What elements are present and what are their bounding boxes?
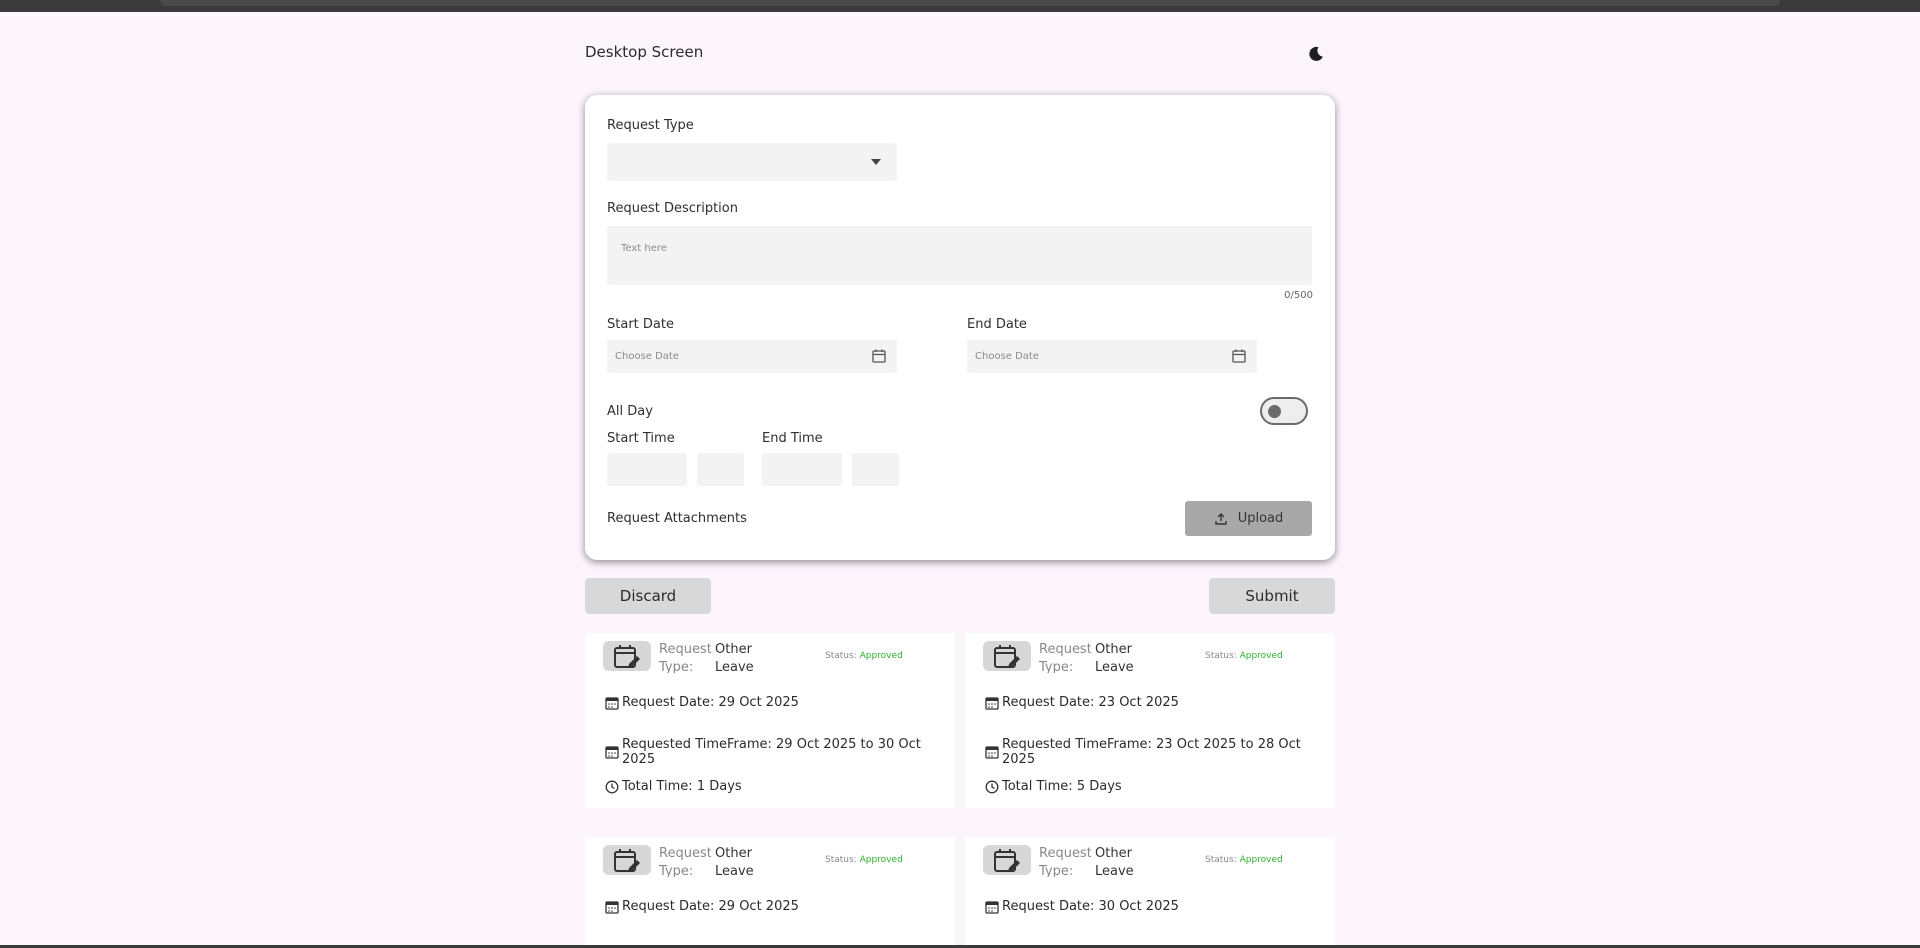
- request-icon-box: [603, 641, 651, 671]
- clock-icon: [985, 780, 999, 793]
- end-date-input[interactable]: Choose Date: [967, 340, 1257, 373]
- request-type-label: Request Type:: [659, 846, 711, 877]
- total-time-row: Total Time: 5 Days: [985, 779, 1122, 794]
- timeframe-row: Requested TimeFrame: 29 Oct 2025 to 30 O…: [605, 737, 955, 767]
- end-time-period-select[interactable]: [852, 453, 899, 486]
- request-icon-box: [983, 845, 1031, 875]
- submit-button[interactable]: Submit: [1209, 578, 1335, 614]
- status-badge: Status: Approved: [825, 651, 903, 661]
- clock-icon: [605, 780, 619, 793]
- request-date-row: Request Date: 29 Oct 2025: [605, 899, 799, 914]
- calendar-edit-icon: [614, 645, 640, 668]
- request-date-row: Request Date: 30 Oct 2025: [985, 899, 1179, 914]
- end-date-placeholder: Choose Date: [975, 351, 1039, 362]
- request-date-row: Request Date: 23 Oct 2025: [985, 695, 1179, 710]
- request-description-label: Request Description: [607, 201, 738, 216]
- calendar-edit-icon: [614, 849, 640, 872]
- request-type-label: Request Type:: [1039, 846, 1091, 877]
- calendar-icon: [872, 349, 886, 363]
- request-description-input[interactable]: Text here: [607, 226, 1312, 285]
- end-time-hour-input[interactable]: [762, 453, 842, 486]
- start-date-placeholder: Choose Date: [615, 351, 679, 362]
- calendar-edit-icon: [994, 645, 1020, 668]
- start-date-label: Start Date: [607, 317, 674, 332]
- request-type-label: Request Type:: [659, 642, 711, 673]
- calendar-icon: [1232, 349, 1246, 363]
- all-day-label: All Day: [607, 404, 653, 419]
- browser-top-bar: [0, 0, 1920, 12]
- request-form-card: Request Type Request Description Text he…: [585, 95, 1335, 560]
- discard-button[interactable]: Discard: [585, 578, 711, 614]
- char-counter: 0/500: [1284, 290, 1313, 301]
- request-type-value: Other Leave: [1095, 642, 1134, 673]
- calendar-edit-icon: [994, 849, 1020, 872]
- request-date-row: Request Date: 29 Oct 2025: [605, 695, 799, 710]
- caret-down-icon: [871, 159, 881, 165]
- calendar-icon: [985, 746, 999, 759]
- request-icon-box: [603, 845, 651, 875]
- status-badge: Status: Approved: [1205, 651, 1283, 661]
- total-time-row: Total Time: 1 Days: [605, 779, 742, 794]
- dark-mode-toggle[interactable]: [1306, 44, 1326, 64]
- calendar-icon: [605, 900, 619, 914]
- end-time-label: End Time: [762, 431, 823, 446]
- request-card[interactable]: Request Type: Other Leave Status: Approv…: [965, 837, 1335, 948]
- moon-icon: [1309, 46, 1323, 61]
- request-description-placeholder: Text here: [621, 243, 667, 254]
- request-card[interactable]: Request Type: Other Leave Status: Approv…: [965, 633, 1335, 808]
- request-card[interactable]: Request Type: Other Leave Status: Approv…: [585, 633, 955, 808]
- request-type-value: Other Leave: [715, 642, 754, 673]
- status-badge: Status: Approved: [825, 855, 903, 865]
- start-date-input[interactable]: Choose Date: [607, 340, 897, 373]
- request-type-label: Request Type: [607, 118, 694, 133]
- request-attachments-label: Request Attachments: [607, 511, 747, 526]
- upload-label: Upload: [1237, 511, 1284, 526]
- calendar-icon: [985, 900, 999, 914]
- end-date-label: End Date: [967, 317, 1027, 332]
- all-day-switch[interactable]: [1260, 397, 1308, 425]
- request-type-label: Request Type:: [1039, 642, 1091, 673]
- request-type-value: Other Leave: [715, 846, 754, 877]
- calendar-icon: [605, 746, 619, 759]
- request-icon-box: [983, 641, 1031, 671]
- start-time-hour-input[interactable]: [607, 453, 687, 486]
- request-card[interactable]: Request Type: Other Leave Status: Approv…: [585, 837, 955, 948]
- calendar-icon: [605, 696, 619, 710]
- start-time-period-select[interactable]: [697, 453, 744, 486]
- status-badge: Status: Approved: [1205, 855, 1283, 865]
- start-time-label: Start Time: [607, 431, 675, 446]
- request-type-select[interactable]: [607, 143, 897, 181]
- calendar-icon: [985, 696, 999, 710]
- request-type-value: Other Leave: [1095, 846, 1134, 877]
- upload-icon: [1215, 512, 1227, 525]
- timeframe-row: Requested TimeFrame: 23 Oct 2025 to 28 O…: [985, 737, 1335, 767]
- switch-knob: [1268, 405, 1281, 418]
- page-title: Desktop Screen: [585, 43, 704, 61]
- upload-button[interactable]: Upload: [1185, 501, 1312, 536]
